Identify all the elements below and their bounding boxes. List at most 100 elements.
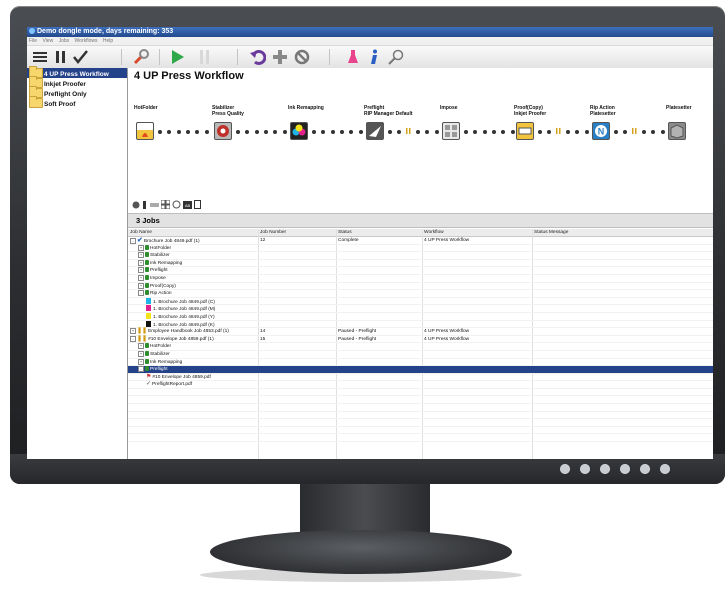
- workflow-diagram-panel: 4 UP Press Workflow HotFolder Stabilizer…: [128, 68, 713, 214]
- job-step-row[interactable]: ✓PreflightReport.pdf: [128, 381, 713, 389]
- workflow-item-4-up-press[interactable]: 4 UP Press Workflow: [27, 66, 127, 78]
- bezel-button: [560, 464, 570, 474]
- wrench-icon[interactable]: [131, 48, 151, 66]
- ink-remapping-icon[interactable]: [290, 122, 308, 140]
- grid-icon[interactable]: [160, 196, 171, 214]
- job-name-cell: + Proof(Copy): [138, 282, 176, 291]
- job-step-row[interactable]: + Ink Remapping: [128, 358, 713, 367]
- job-step-row[interactable]: + Stabilizer: [128, 350, 713, 359]
- job-step-row[interactable]: + Stabilizer: [128, 252, 713, 260]
- connector-dot: [660, 130, 665, 134]
- page-icon[interactable]: [194, 196, 201, 214]
- collapse-icon[interactable]: -: [138, 290, 144, 297]
- col-job-name[interactable]: Job Name: [130, 229, 152, 236]
- hotfolder-icon[interactable]: [136, 122, 154, 140]
- rip-action-icon[interactable]: N: [592, 122, 610, 140]
- menu-help[interactable]: Help: [103, 38, 113, 44]
- job-name-text: 1. Brochure Job 4849.pdf (Y): [153, 314, 215, 320]
- job-step-row[interactable]: + Impose: [128, 274, 713, 283]
- col-status-message[interactable]: Status Message: [534, 229, 568, 236]
- job-row[interactable]: + ❚❚Employee Handbook Job 4853.pdf (1) 14 P…: [128, 328, 713, 336]
- workflow-item-preflight-only[interactable]: Preflight Only: [27, 86, 127, 98]
- connector-dot: [176, 130, 181, 134]
- connector-dot: [492, 130, 496, 134]
- collapse-icon[interactable]: -: [130, 335, 136, 342]
- menu-view[interactable]: View: [42, 38, 53, 44]
- stabilizer-icon[interactable]: [214, 122, 232, 140]
- play-icon[interactable]: [169, 48, 187, 66]
- rotate-icon[interactable]: [172, 196, 181, 214]
- separation-swatch-icon: [146, 312, 151, 319]
- workflow-step-icon: [145, 343, 149, 349]
- pen-icon[interactable]: [142, 196, 148, 214]
- job-step-row[interactable]: + HotFolder: [128, 244, 713, 253]
- expand-icon[interactable]: +: [138, 259, 144, 266]
- workflow-step-icon: [145, 267, 149, 273]
- expand-icon[interactable]: +: [138, 252, 144, 259]
- job-step-row[interactable]: 1. Brochure Job 4849.pdf (Y): [128, 312, 713, 321]
- undo-icon[interactable]: [249, 48, 267, 66]
- ab-icon[interactable]: AB: [183, 196, 192, 214]
- connector-dot: [358, 130, 363, 134]
- search-icon[interactable]: [387, 48, 405, 66]
- add-icon[interactable]: [271, 48, 289, 66]
- job-step-row[interactable]: + Ink Remapping: [128, 259, 713, 268]
- job-name-text: Employee Handbook Job 4853.pdf (1): [148, 329, 229, 335]
- job-step-row[interactable]: 1. Brochure Job 4849.pdf (C): [128, 297, 713, 306]
- expand-icon[interactable]: +: [130, 328, 136, 335]
- checkmark-icon[interactable]: [71, 48, 89, 66]
- expand-icon[interactable]: +: [138, 267, 144, 274]
- col-status[interactable]: Status: [338, 229, 352, 236]
- info-icon[interactable]: [367, 48, 381, 66]
- expand-icon[interactable]: +: [138, 274, 144, 281]
- collapse-icon[interactable]: -: [138, 366, 144, 373]
- job-row[interactable]: - ❚❚#10 Envelope Job 4859.pdf (1) 15 Paused…: [128, 335, 713, 344]
- connector-dot: [642, 130, 646, 134]
- expand-icon[interactable]: +: [138, 282, 144, 289]
- job-step-row[interactable]: + Proof(Copy): [128, 282, 713, 291]
- expand-icon[interactable]: +: [138, 350, 144, 357]
- col-job-number[interactable]: Job Number: [260, 229, 286, 236]
- job-step-row[interactable]: + HotFolder: [128, 343, 713, 351]
- preflight-icon[interactable]: [366, 122, 384, 140]
- job-step-row[interactable]: + Preflight: [128, 267, 713, 275]
- collapse-icon[interactable]: -: [130, 238, 136, 244]
- menu-file[interactable]: File: [29, 38, 37, 44]
- list-icon[interactable]: [31, 48, 49, 66]
- workflow-item-inkjet-proofer[interactable]: Inkjet Proofer: [27, 76, 127, 88]
- job-step-row[interactable]: 1. Brochure Job 4849.pdf (M): [128, 305, 713, 313]
- job-step-row[interactable]: - Preflight: [128, 366, 713, 374]
- separation-swatch-icon: [146, 305, 151, 312]
- job-step-row[interactable]: 1. Brochure Job 4849.pdf (K): [128, 320, 713, 329]
- workflow-cell: 4 UP Press Workflow: [424, 238, 470, 243]
- connector-dot: [349, 130, 354, 134]
- ruler-icon[interactable]: [150, 196, 159, 214]
- job-row[interactable]: - ✔Brochure Job 4849.pdf (1) 12 Complete 4 U…: [128, 237, 713, 245]
- job-name-text: 1. Brochure Job 4849.pdf (M): [153, 307, 216, 313]
- impose-icon[interactable]: [442, 122, 460, 140]
- platesetter-icon[interactable]: [668, 122, 686, 140]
- workflow-cell: 4 UP Press Workflow: [424, 336, 470, 342]
- menu-jobs[interactable]: Jobs: [59, 38, 70, 44]
- hold-icon[interactable]: [197, 48, 213, 66]
- flask-icon[interactable]: [345, 48, 361, 66]
- globe-icon[interactable]: [132, 196, 140, 214]
- proof-copy-icon[interactable]: [516, 122, 534, 140]
- stage-label-stabilizer: Stabilizer Press Quality: [212, 105, 244, 117]
- title-bar: Demo dongle mode, days remaining: 353: [27, 27, 713, 37]
- menu-workflows[interactable]: Workflows: [75, 38, 98, 44]
- job-name-cell: + Stabilizer: [138, 350, 170, 359]
- col-workflow[interactable]: Workflow: [424, 229, 444, 236]
- stage-label-rip-action: Rip Action Platesetter: [590, 105, 616, 117]
- expand-icon[interactable]: +: [138, 358, 144, 365]
- job-name-cell: - Rip Action: [138, 290, 172, 298]
- connector-dot: [195, 130, 200, 134]
- job-step-row[interactable]: - Rip Action: [128, 290, 713, 298]
- expand-icon[interactable]: +: [138, 343, 144, 350]
- job-step-row[interactable]: ⚑#10 Envelope Job 4859.pdf: [128, 374, 713, 382]
- pause-icon[interactable]: [53, 48, 69, 66]
- workflow-item-soft-proof[interactable]: Soft Proof: [27, 96, 127, 108]
- cancel-icon[interactable]: [293, 48, 311, 66]
- job-name-cell: ✓PreflightReport.pdf: [146, 381, 192, 389]
- expand-icon[interactable]: +: [138, 244, 144, 251]
